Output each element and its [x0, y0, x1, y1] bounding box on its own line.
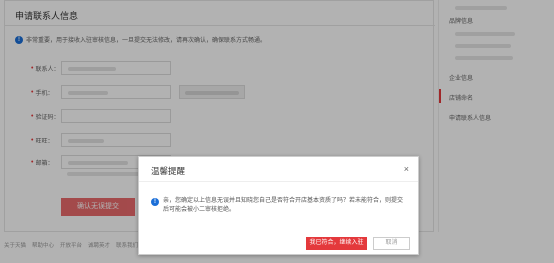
dialog-body: ! 亲，您确定以上信息无误并且知晓您自己是否符合开店基本资质了吗？若未能符合，则…: [151, 197, 411, 215]
close-icon[interactable]: ×: [404, 164, 409, 174]
cancel-button[interactable]: 取消: [373, 237, 410, 250]
info-icon: !: [151, 198, 159, 206]
dialog-title: 温馨提醒: [151, 166, 186, 176]
reminder-dialog: 温馨提醒 × ! 亲，您确定以上信息无误并且知晓您自己是否符合开店基本资质了吗？…: [138, 156, 419, 255]
confirm-button[interactable]: 我已符合，继续入驻: [306, 237, 367, 250]
dialog-message: 亲，您确定以上信息无误并且知晓您自己是否符合开店基本资质了吗？若未能符合，则提交…: [163, 198, 404, 213]
dialog-header: 温馨提醒 ×: [139, 157, 418, 182]
